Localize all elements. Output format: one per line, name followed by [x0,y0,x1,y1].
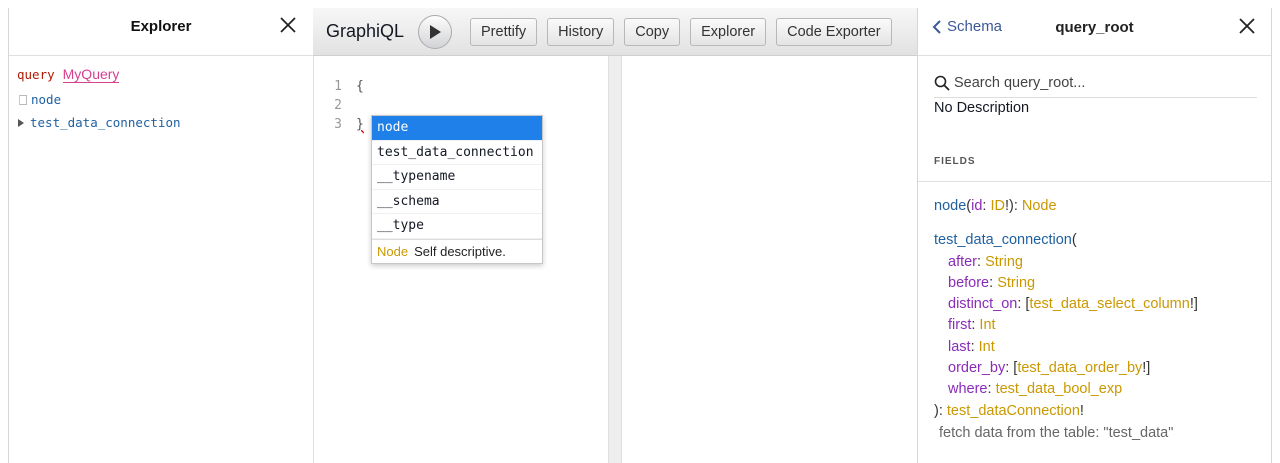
explorer-body: query MyQuery node test_data_connection [9,56,313,144]
tree-item-test-data-connection[interactable]: test_data_connection [17,111,305,134]
docs-search-input[interactable] [954,74,1244,91]
arg-type[interactable]: Int [979,317,995,333]
field-arg: order_by: [test_data_order_by!] [948,360,1151,377]
checkbox-icon[interactable] [19,94,27,105]
arg-name: where [948,381,988,398]
tree-item-node[interactable]: node [17,88,305,111]
field-arg: last: Int [948,338,995,355]
arg-name: first [948,317,972,334]
query-name-input[interactable]: MyQuery [62,66,119,83]
field-description: fetch data from the table: "test_data" [939,424,1174,441]
docs-title: query_root [1055,19,1134,36]
arg-type[interactable]: ID [990,198,1005,214]
explorer-title: Explorer [130,18,192,35]
toolbar: GraphiQL Prettify History Copy Explorer … [313,8,918,56]
docs-search [934,68,1257,98]
field-test-data-connection: test_data_connection( after: String befo… [934,230,1198,444]
code-exporter-button[interactable]: Code Exporter [776,17,892,46]
autocomplete-popup: node test_data_connection __typename __s… [371,115,543,264]
autocomplete-item[interactable]: __typename [372,165,542,190]
arg-name: before [948,274,990,291]
autocomplete-info-text: Self descriptive. [414,243,506,259]
return-type[interactable]: Node [1022,198,1057,214]
section-divider [918,181,1271,182]
arg-type[interactable]: String [997,275,1035,291]
autocomplete-item[interactable]: node [372,116,542,141]
explorer-pane: Explorer query MyQuery node test_data_co… [8,8,313,463]
explorer-button[interactable]: Explorer [690,17,767,46]
field-node: node(id: ID!): Node [934,198,1057,214]
arg-name: id [971,198,983,214]
field-arg: before: String [948,274,1036,291]
tree-item-label: test_data_connection [30,115,181,130]
line-number: 1 [334,79,342,94]
fields-section-title: FIELDS [934,156,976,167]
history-button[interactable]: History [547,17,615,46]
field-arg: distinct_on: [test_data_select_column!] [948,296,1198,313]
autocomplete-info-type: Node [377,243,409,259]
arg-name: after [948,253,978,270]
fields-list: node(id: ID!): Node test_data_connection… [934,196,1198,444]
error-brace: } [356,117,364,132]
autocomplete-item[interactable]: test_data_connection [372,141,542,165]
arg-name: distinct_on [948,296,1018,313]
field-name[interactable]: node [934,198,966,214]
query-operation: query MyQuery [17,66,305,88]
field-arg: where: test_data_bool_exp [948,381,1123,398]
type-description: No Description [934,100,1030,116]
arg-type[interactable]: test_data_order_by [1017,360,1142,376]
result-pane [622,56,917,463]
play-icon [430,24,441,39]
field-name[interactable]: test_data_connection [934,232,1072,248]
autocomplete-item[interactable]: __type [372,214,542,239]
tree-item-label: node [31,92,62,107]
explorer-header: Explorer [9,8,313,56]
code-line: { [356,79,364,94]
close-icon[interactable] [1239,18,1255,34]
return-type[interactable]: test_dataConnection [947,403,1080,419]
arg-name: last [948,338,971,355]
arg-type[interactable]: Int [979,339,995,355]
copy-button[interactable]: Copy [624,17,681,46]
caret-right-icon[interactable] [18,118,24,127]
arg-name: order_by [948,360,1006,377]
close-icon[interactable] [279,16,297,34]
line-number: 2 [334,98,342,113]
docs-pane: Schema query_root No Description FIELDS … [917,8,1272,463]
run-button[interactable] [418,14,452,49]
editor-result-divider[interactable] [608,56,622,463]
field-arg: first: Int [948,317,996,334]
line-number: 3 [334,117,342,132]
autocomplete-info: Node Self descriptive. [372,238,542,263]
arg-type[interactable]: test_data_bool_exp [996,381,1123,397]
app-title: GraphiQL [326,21,405,41]
line-gutter: 1 2 3 [314,56,354,463]
arg-type[interactable]: String [985,254,1023,270]
code-area[interactable]: { } [356,77,364,134]
prettify-button[interactable]: Prettify [470,17,538,46]
query-keyword: query [17,67,55,82]
code-line: } [356,115,364,134]
autocomplete-item[interactable]: __schema [372,190,542,214]
arg-type[interactable]: test_data_select_column [1029,296,1189,312]
field-arg: after: String [948,253,1023,270]
docs-header: Schema query_root [918,8,1271,56]
search-icon [934,75,950,91]
